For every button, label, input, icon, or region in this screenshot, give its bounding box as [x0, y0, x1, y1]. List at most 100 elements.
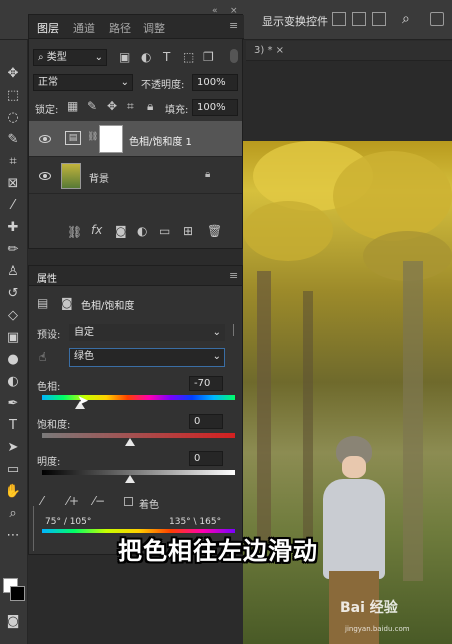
new-adjustment-icon[interactable]: ◐ — [137, 224, 147, 238]
lock-all-icon[interactable]: 🔒︎ — [147, 99, 153, 114]
new-layer-icon[interactable]: ⊞ — [183, 224, 193, 238]
lightness-value: 0 — [194, 453, 201, 464]
blend-mode-select[interactable]: 正常 ⌄ — [33, 74, 133, 91]
saturation-slider-track[interactable] — [42, 433, 235, 438]
tab-channels[interactable]: 通道 — [73, 20, 95, 36]
align-right-icon[interactable] — [372, 12, 386, 26]
workspace-icon[interactable] — [430, 12, 444, 26]
lock-pixels-icon[interactable]: ✎ — [87, 99, 97, 113]
move-tool-icon[interactable]: ✥ — [3, 64, 23, 84]
layer-row-background[interactable]: 背景 🔒︎ — [29, 158, 242, 194]
filter-type-icon[interactable]: T — [163, 50, 170, 64]
marquee-tool-icon[interactable]: ⬚ — [3, 86, 23, 106]
lock-position-icon[interactable]: ✥ — [107, 99, 117, 113]
baidu-watermark-url: jingyan.baidu.com — [345, 625, 410, 633]
tab-paths[interactable]: 路径 — [109, 20, 131, 36]
stamp-tool-icon[interactable]: ♙ — [3, 262, 23, 282]
layer-name[interactable]: 背景 — [89, 170, 109, 185]
hand-tool-icon[interactable]: ✋ — [3, 482, 23, 502]
eyedropper-plus-icon[interactable]: ⁄+ — [67, 494, 79, 508]
layers-panel-tabs: 图层 通道 路径 调整 ≡ — [29, 15, 244, 39]
layer-image-thumbnail — [61, 163, 81, 189]
eyedropper-icon[interactable]: ⁄ — [41, 494, 43, 508]
tab-layers[interactable]: 图层 — [37, 20, 59, 36]
filter-adjustment-icon[interactable]: ◐ — [141, 50, 151, 64]
preset-label: 预设: — [37, 330, 61, 341]
eraser-tool-icon[interactable]: ◇ — [3, 306, 23, 326]
gradient-tool-icon[interactable]: ▣ — [3, 328, 23, 348]
panel-menu-icon[interactable]: ≡ — [229, 269, 238, 282]
filter-pixel-icon[interactable]: ▣ — [119, 50, 130, 64]
preset-value: 自定 — [74, 327, 94, 338]
hue-input[interactable]: -70 — [189, 376, 223, 391]
type-tool-icon[interactable]: T — [3, 416, 23, 436]
colorize-checkbox[interactable] — [124, 497, 133, 506]
opacity-label: 不透明度: — [141, 80, 185, 91]
layer-row-hue-saturation[interactable]: ▤ ⛓ 色相/饱和度 1 — [29, 121, 242, 157]
girl-sweater — [323, 479, 385, 579]
layer-filter-select[interactable]: ⌕ 类型 ⌄ — [33, 49, 107, 66]
filter-toggle[interactable] — [230, 49, 238, 63]
panel-menu-icon[interactable]: ≡ — [229, 19, 238, 32]
filter-smart-object-icon[interactable]: ❐ — [203, 50, 214, 64]
more-tools-icon[interactable]: ⋯ — [3, 526, 23, 546]
crop-tool-icon[interactable]: ⌗ — [3, 152, 23, 172]
visibility-eye-icon[interactable] — [39, 135, 51, 143]
brush-tool-icon[interactable]: ✏ — [3, 240, 23, 260]
eyedropper-tool-icon[interactable]: ⁄ — [3, 196, 23, 216]
zoom-tool-icon[interactable]: ⌕ — [3, 504, 23, 524]
link-layers-icon[interactable]: ⛓ — [67, 225, 82, 239]
lightness-slider-track[interactable] — [42, 470, 235, 475]
history-brush-icon[interactable]: ↺ — [3, 284, 23, 304]
filter-shape-icon[interactable]: ⬚ — [183, 50, 194, 64]
add-mask-icon[interactable]: ◙ — [115, 224, 127, 238]
chevron-down-icon: ⌄ — [120, 77, 129, 88]
fill-input[interactable]: 100% — [192, 99, 238, 116]
lock-label: 锁定: — [35, 105, 59, 116]
healing-tool-icon[interactable]: ✚ — [3, 218, 23, 238]
properties-title: 属性 — [37, 274, 57, 285]
frame-tool-icon[interactable]: ⊠ — [3, 174, 23, 194]
path-select-tool-icon[interactable]: ➤ — [3, 438, 23, 458]
layer-name[interactable]: 色相/饱和度 1 — [129, 133, 192, 148]
align-left-icon[interactable] — [332, 12, 346, 26]
new-group-icon[interactable]: ▭ — [159, 224, 170, 238]
panel-left-scrollbar — [33, 506, 38, 551]
dodge-tool-icon[interactable]: ◐ — [3, 372, 23, 392]
lightness-slider-thumb[interactable] — [125, 475, 135, 483]
lasso-tool-icon[interactable]: ◌ — [3, 108, 23, 128]
channel-select[interactable]: 绿色 ⌄ — [69, 348, 225, 367]
target-adjust-hand-icon[interactable]: ☝ — [39, 350, 46, 364]
search-icon[interactable]: ⌕ — [402, 11, 410, 27]
transform-controls-label[interactable]: 显示变换控件 — [262, 13, 328, 29]
preset-select[interactable]: 自定 ⌄ — [69, 324, 225, 341]
hue-slider-track[interactable] — [42, 395, 235, 400]
opacity-input[interactable]: 100% — [192, 74, 238, 91]
quick-mask-icon[interactable]: ◙ — [3, 612, 23, 632]
saturation-value: 0 — [194, 416, 201, 427]
lock-artboard-icon[interactable]: ⌗ — [127, 99, 134, 114]
shape-tool-icon[interactable]: ▭ — [3, 460, 23, 480]
lock-transparent-icon[interactable]: ▦ — [67, 99, 78, 113]
pen-tool-icon[interactable]: ✒ — [3, 394, 23, 414]
link-chain-icon: ⛓ — [87, 132, 99, 142]
blur-tool-icon[interactable]: ● — [3, 350, 23, 370]
layer-style-fx-icon[interactable]: fx — [91, 223, 102, 237]
lightness-input[interactable]: 0 — [189, 451, 223, 466]
background-color-swatch[interactable] — [10, 586, 25, 601]
layer-mask-thumbnail[interactable] — [99, 125, 123, 153]
quick-select-tool-icon[interactable]: ✎ — [3, 130, 23, 150]
properties-header: 属性 ≡ — [29, 266, 242, 286]
delete-layer-icon[interactable]: 🗑︎ — [207, 224, 222, 238]
align-center-icon[interactable] — [352, 12, 366, 26]
layers-panel: 图层 通道 路径 调整 ≡ ⌕ 类型 ⌄ ▣ ◐ T ⬚ ❐ 正常 ⌄ 不透明度… — [28, 14, 244, 249]
tab-adjustments[interactable]: 调整 — [143, 20, 165, 36]
saturation-input[interactable]: 0 — [189, 414, 223, 429]
mask-icon[interactable]: ◙ — [61, 296, 73, 310]
colorize-label[interactable]: 着色 — [139, 496, 159, 511]
saturation-slider-thumb[interactable] — [125, 438, 135, 446]
visibility-eye-icon[interactable] — [39, 172, 51, 180]
eyedropper-minus-icon[interactable]: ⁄− — [93, 494, 105, 508]
panel-scrollbar[interactable] — [233, 324, 240, 336]
document-tab[interactable]: 3) * × — [246, 41, 452, 61]
